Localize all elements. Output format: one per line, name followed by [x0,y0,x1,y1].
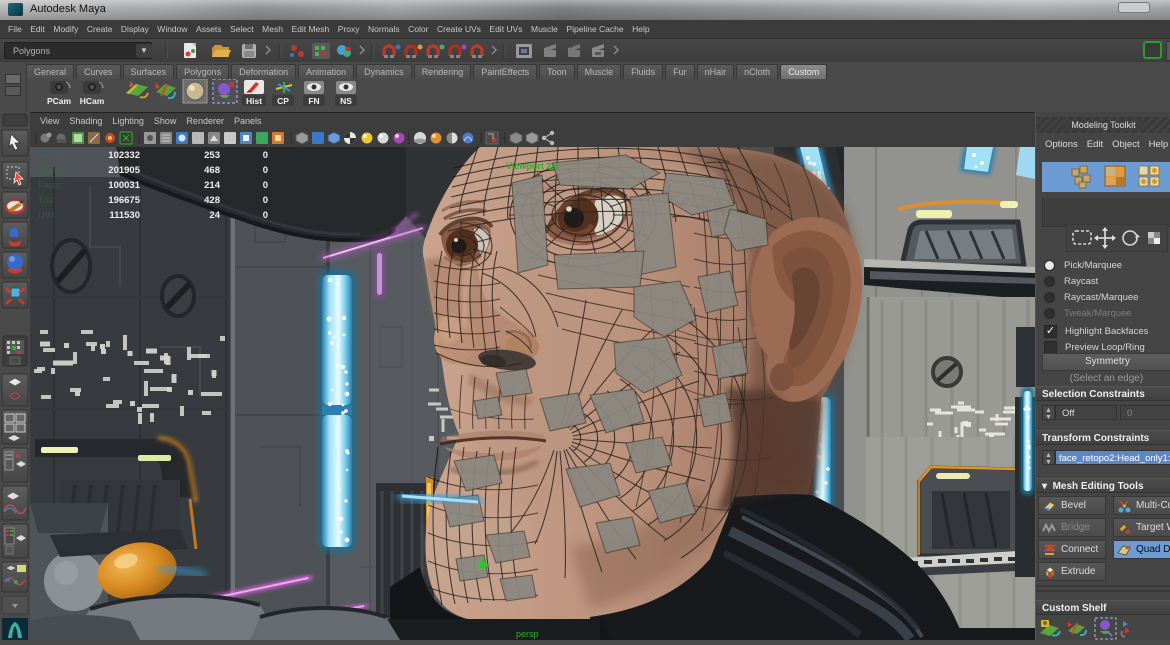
svg-text:NS: NS [340,96,352,106]
svg-text:Verts:: Verts: [38,150,61,160]
svg-text:24: 24 [209,210,220,221]
svg-text:Tris:: Tris: [38,195,55,205]
svg-text:0: 0 [263,180,268,191]
svg-text:Hist: Hist [246,96,262,106]
svg-text:0: 0 [263,195,268,206]
svg-text:persp: persp [516,629,539,639]
svg-text:Viewport 2.0: Viewport 2.0 [506,161,559,171]
svg-text:214: 214 [204,180,221,191]
svg-text:196675: 196675 [108,195,140,206]
svg-text:PCam: PCam [47,96,72,106]
svg-text:201905: 201905 [108,165,140,176]
svg-text:100031: 100031 [108,180,140,191]
svg-text:CP: CP [277,96,289,106]
svg-text:Faces:: Faces: [38,180,65,190]
svg-text:FN: FN [308,96,319,106]
svg-text:HCam: HCam [80,96,105,106]
svg-text:UVs:: UVs: [38,210,58,220]
svg-text:0: 0 [263,165,268,176]
svg-text:111530: 111530 [109,210,140,221]
svg-text:Edges:: Edges: [38,165,66,175]
svg-text:0: 0 [263,210,268,221]
svg-text:428: 428 [204,195,220,206]
svg-text:0: 0 [263,150,268,161]
svg-text:468: 468 [204,165,220,176]
svg-text:102332: 102332 [108,150,140,161]
svg-text:253: 253 [204,150,220,161]
